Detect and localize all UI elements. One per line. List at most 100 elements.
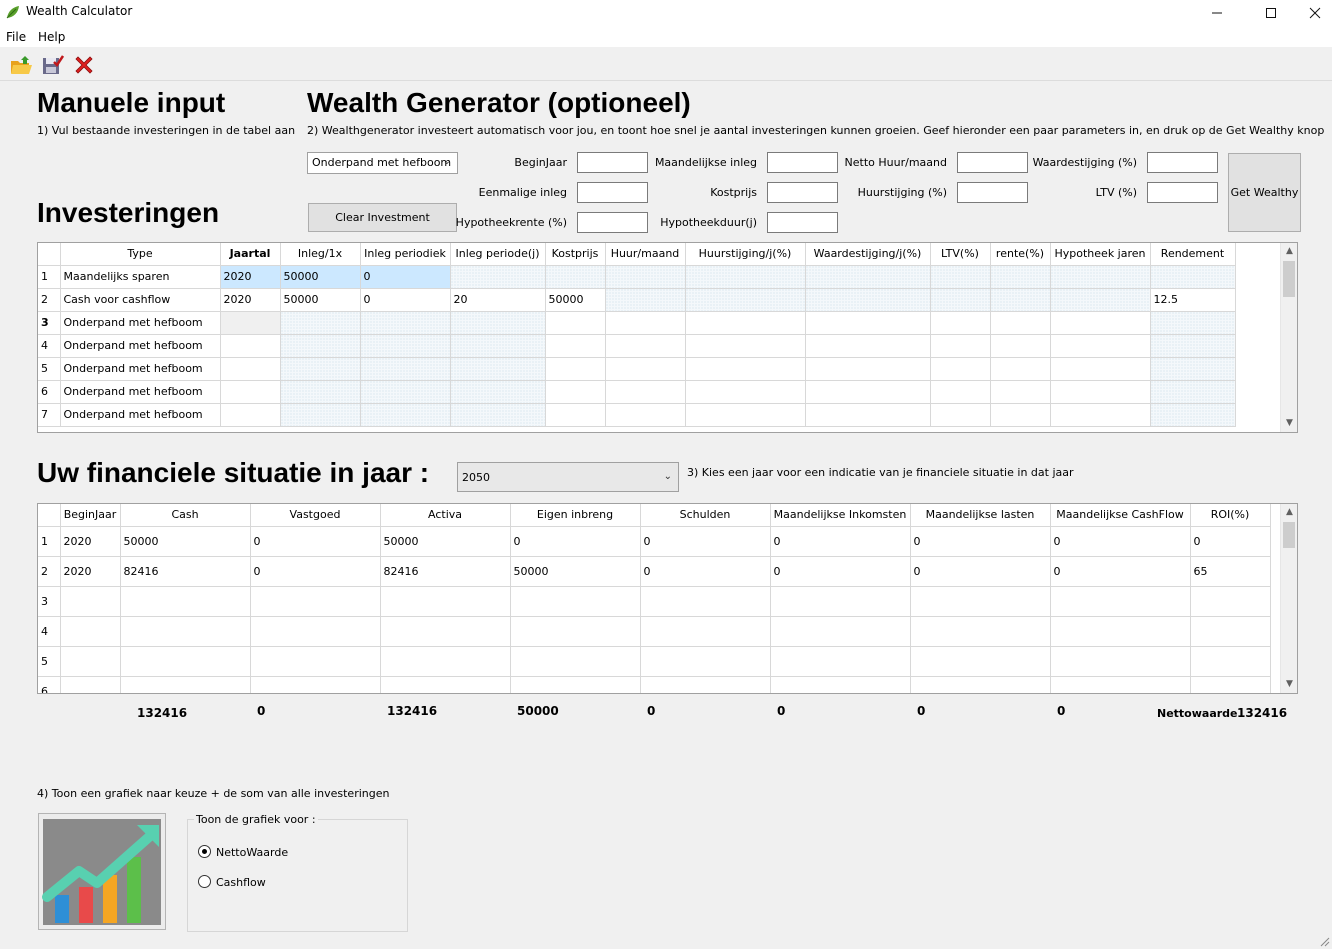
table-row[interactable]: 6 [38,676,1271,693]
save-icon[interactable] [40,53,64,77]
cell-lasten[interactable] [910,586,1051,617]
cell-jaartal[interactable] [220,403,281,427]
cell-cashflow[interactable]: 0 [1050,526,1191,557]
scroll-thumb[interactable] [1283,261,1295,297]
cell-kostprijs[interactable] [545,403,606,427]
cell-schulden[interactable] [640,586,771,617]
cell-huurstijging[interactable] [685,380,806,404]
radio-nettowaarde[interactable] [198,845,211,858]
cell-type[interactable]: Onderpand met hefboom [60,380,221,404]
cell-jaartal[interactable] [220,311,281,335]
cell-cashflow[interactable] [1050,646,1191,677]
financial-table[interactable]: BeginJaar Cash Vastgoed Activa Eigen inb… [37,503,1298,694]
cell-cashflow[interactable]: 0 [1050,556,1191,587]
hypotheekduur-input[interactable] [767,212,838,233]
cell-jaartal[interactable]: 2020 [220,265,281,289]
cell-type[interactable]: Onderpand met hefboom [60,334,221,358]
cell-rendement[interactable] [1150,357,1236,381]
maandelijkse-inleg-input[interactable] [767,152,838,173]
col-maandelijkse-lasten[interactable]: Maandelijkse lasten [910,504,1051,527]
cell-cashflow[interactable] [1050,616,1191,647]
cell-inleg-periodiek[interactable] [360,380,451,404]
cell-cash[interactable]: 82416 [120,556,251,587]
cell-beginjaar[interactable] [60,676,121,693]
cell-inleg-periode[interactable] [450,380,546,404]
clear-investment-button[interactable]: Clear Investment [308,203,457,232]
scroll-thumb[interactable] [1283,522,1295,548]
cell-vastgoed[interactable] [250,646,381,677]
cell-schulden[interactable] [640,676,771,693]
col-vastgoed[interactable]: Vastgoed [250,504,381,527]
table-row[interactable]: 2 Cash voor cashflow 2020 50000 0 20 500… [38,288,1236,312]
cell-huurstijging[interactable] [685,288,806,312]
cell-inleg-1x[interactable] [280,380,361,404]
cell-cashflow[interactable] [1050,676,1191,693]
cell-huurstijging[interactable] [685,334,806,358]
cell-inleg-periode[interactable] [450,334,546,358]
cell-type[interactable]: Onderpand met hefboom [60,311,221,335]
cell-huur[interactable] [605,334,686,358]
financial-scrollbar[interactable]: ▲ ▼ [1280,504,1297,693]
cell-cash[interactable] [120,646,251,677]
cell-schulden[interactable] [640,646,771,677]
cell-schulden[interactable]: 0 [640,526,771,557]
cell-jaartal[interactable] [220,380,281,404]
cell-roi[interactable] [1190,616,1271,647]
cell-huur[interactable] [605,265,686,289]
cell-kostprijs[interactable] [545,265,606,289]
col-eigen-inbreng[interactable]: Eigen inbreng [510,504,641,527]
cell-huurstijging[interactable] [685,265,806,289]
cell-kostprijs[interactable] [545,380,606,404]
cell-waardestijging[interactable] [805,265,931,289]
cell-inleg-1x[interactable] [280,311,361,335]
cell-waardestijging[interactable] [805,311,931,335]
cell-huurstijging[interactable] [685,311,806,335]
cell-inleg-1x[interactable]: 50000 [280,288,361,312]
begin-jaar-input[interactable] [577,152,648,173]
cell-vastgoed[interactable] [250,586,381,617]
cell-beginjaar[interactable] [60,616,121,647]
cell-beginjaar[interactable] [60,586,121,617]
cell-inleg-1x[interactable]: 50000 [280,265,361,289]
col-rendement[interactable]: Rendement [1150,243,1236,266]
table-row[interactable]: 5 Onderpand met hefboom [38,357,1236,381]
scroll-up-icon[interactable]: ▲ [1281,243,1297,260]
cell-rendement[interactable]: 12.5 [1150,288,1236,312]
radio-cashflow-label[interactable]: Cashflow [216,876,266,889]
cell-ltv[interactable] [930,357,991,381]
cell-rendement[interactable] [1150,380,1236,404]
cell-kostprijs[interactable] [545,311,606,335]
cell-hypotheek-jaren[interactable] [1050,357,1151,381]
cell-inkomsten[interactable] [770,586,911,617]
cell-inleg-periode[interactable] [450,357,546,381]
cell-vastgoed[interactable] [250,616,381,647]
cell-huur[interactable] [605,380,686,404]
cell-waardestijging[interactable] [805,334,931,358]
cell-lasten[interactable]: 0 [910,526,1051,557]
col-beginjaar[interactable]: BeginJaar [60,504,121,527]
cell-rendement[interactable] [1150,311,1236,335]
investments-scrollbar[interactable]: ▲ ▼ [1280,243,1297,432]
cell-roi[interactable] [1190,586,1271,617]
table-row[interactable]: 1 Maandelijks sparen 2020 50000 0 [38,265,1236,289]
cell-cash[interactable] [120,676,251,693]
cell-activa[interactable] [380,676,511,693]
menu-help[interactable]: Help [38,30,65,44]
cell-jaartal[interactable] [220,334,281,358]
cell-huur[interactable] [605,403,686,427]
table-row[interactable]: 4 Onderpand met hefboom [38,334,1236,358]
cell-huur[interactable] [605,357,686,381]
table-row[interactable]: 1 2020 50000 0 50000 0 0 0 0 0 0 [38,526,1271,557]
col-maandelijkse-cashflow[interactable]: Maandelijkse CashFlow [1050,504,1191,527]
cell-waardestijging[interactable] [805,403,931,427]
menu-file[interactable]: File [6,30,26,44]
cell-cash[interactable] [120,616,251,647]
col-waardestijging[interactable]: Waardestijging/j(%) [805,243,931,266]
kostprijs-input[interactable] [767,182,838,203]
radio-cashflow[interactable] [198,875,211,888]
col-hypotheek-jaren[interactable]: Hypotheek jaren [1050,243,1151,266]
cell-inleg-periodiek[interactable]: 0 [360,288,451,312]
show-graph-button[interactable] [38,813,166,930]
cell-beginjaar[interactable]: 2020 [60,556,121,587]
cell-rente[interactable] [990,334,1051,358]
